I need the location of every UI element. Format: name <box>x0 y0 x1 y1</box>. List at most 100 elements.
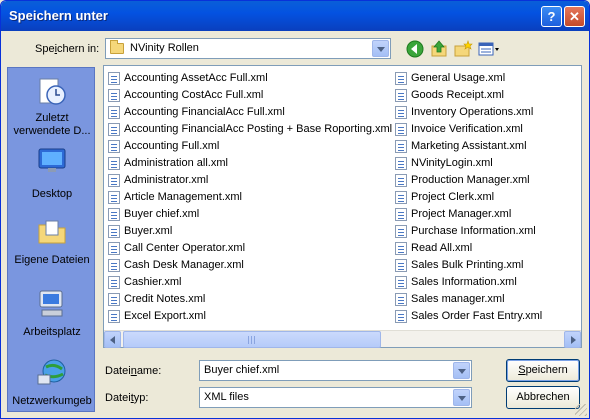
place-label: Zuletzt verwendete D... <box>13 112 91 137</box>
close-button[interactable]: ✕ <box>564 6 585 27</box>
xml-file-icon <box>108 157 120 170</box>
file-name: Article Management.xml <box>124 191 242 203</box>
chevron-down-icon[interactable] <box>372 40 389 57</box>
xml-file-icon <box>108 276 120 289</box>
xml-file-icon <box>395 293 407 306</box>
xml-file-icon <box>108 242 120 255</box>
filename-value: Buyer chief.xml <box>204 364 280 376</box>
title-bar[interactable]: Speichern unter ? ✕ <box>1 1 589 31</box>
xml-file-icon <box>395 225 407 238</box>
scrollbar-thumb[interactable] <box>123 331 381 348</box>
xml-file-icon <box>108 140 120 153</box>
xml-file-icon <box>108 259 120 272</box>
filetype-value: XML files <box>204 391 249 403</box>
file-name: Sales Information.xml <box>411 276 517 288</box>
file-name: Sales Order Fast Entry.xml <box>411 310 543 322</box>
desktop-icon <box>38 148 66 172</box>
scroll-left-button[interactable] <box>104 331 121 348</box>
file-list[interactable]: Accounting AssetAcc Full.xml Accounting C… <box>103 65 582 348</box>
place-my-documents[interactable]: Eigene Dateien <box>8 216 96 278</box>
file-name: Accounting Full.xml <box>124 140 220 152</box>
horizontal-scrollbar[interactable] <box>104 330 581 348</box>
file-name: Project Manager.xml <box>411 208 512 220</box>
save-in-dropdown[interactable]: NVinity Rollen <box>105 38 391 59</box>
save-button[interactable]: Speichern <box>506 359 580 382</box>
my-computer-icon <box>39 290 63 317</box>
xml-file-icon <box>108 208 120 221</box>
xml-file-icon <box>395 106 407 119</box>
file-name: Accounting FinancialAcc Posting + Base R… <box>124 123 393 135</box>
file-name: Administration all.xml <box>124 157 228 169</box>
file-name: Sales Bulk Printing.xml <box>411 259 524 271</box>
filename-input[interactable]: Buyer chief.xml <box>199 360 472 381</box>
file-name: Excel Export.xml <box>124 310 206 322</box>
xml-file-icon <box>395 123 407 136</box>
cancel-button[interactable]: Abbrechen <box>506 386 580 409</box>
file-name: Inventory Operations.xml <box>411 106 534 118</box>
xml-file-icon <box>395 276 407 289</box>
filename-label: Dateiname: <box>105 365 162 377</box>
file-name: General Usage.xml <box>411 72 506 84</box>
file-name: NVinityLogin.xml <box>411 157 493 169</box>
place-recent[interactable]: Zuletzt verwendete D... <box>8 76 96 138</box>
resize-grip-icon[interactable] <box>575 404 587 416</box>
xml-file-icon <box>395 174 407 187</box>
xml-file-icon <box>395 259 407 272</box>
xml-file-icon <box>108 106 120 119</box>
grip-icon <box>248 336 257 344</box>
recent-documents-icon <box>39 78 66 105</box>
file-name: Invoice Verification.xml <box>411 123 523 135</box>
xml-file-icon <box>108 225 120 238</box>
save-in-label: Speichern in: <box>35 43 100 55</box>
xml-file-icon <box>395 72 407 85</box>
chevron-down-icon[interactable] <box>453 389 470 406</box>
file-name: Administrator.xml <box>124 174 209 186</box>
save-label: peichern <box>525 364 568 376</box>
xml-file-icon <box>395 140 407 153</box>
help-button[interactable]: ? <box>541 6 562 27</box>
save-accelerator: S <box>518 364 526 376</box>
view-menu-icon[interactable] <box>477 39 501 59</box>
place-label: Arbeitsplatz <box>23 326 81 338</box>
chevron-down-icon[interactable] <box>453 362 470 379</box>
file-name: Project Clerk.xml <box>411 191 495 203</box>
place-label: Eigene Dateien <box>14 254 90 266</box>
file-name: Call Center Operator.xml <box>124 242 246 254</box>
xml-file-icon <box>108 191 120 204</box>
file-name: Buyer.xml <box>124 225 173 237</box>
save-as-dialog: Speichern unter ? ✕ Speichern in: NVinit… <box>0 0 590 419</box>
place-label: Netzwerkumgeb <box>12 395 92 407</box>
xml-file-icon <box>395 191 407 204</box>
back-icon[interactable] <box>405 39 425 59</box>
new-folder-icon[interactable] <box>453 39 473 59</box>
place-desktop[interactable]: Desktop <box>8 145 96 207</box>
file-name: Production Manager.xml <box>411 174 530 186</box>
file-name: Accounting AssetAcc Full.xml <box>124 72 268 84</box>
file-name: Goods Receipt.xml <box>411 89 504 101</box>
place-network[interactable]: Netzwerkumgeb <box>8 357 96 418</box>
up-folder-icon[interactable] <box>429 39 449 59</box>
xml-file-icon <box>395 89 407 102</box>
save-in-value: NVinity Rollen <box>130 42 199 54</box>
place-my-computer[interactable]: Arbeitsplatz <box>8 288 96 350</box>
xml-file-icon <box>395 157 407 170</box>
my-documents-icon <box>38 220 66 244</box>
places-bar: Zuletzt verwendete D... Desktop Eigene D… <box>7 67 95 412</box>
folder-icon <box>110 40 124 54</box>
scroll-right-button[interactable] <box>564 331 581 348</box>
filetype-dropdown[interactable]: XML files <box>199 387 472 408</box>
place-label: Desktop <box>31 188 73 200</box>
xml-file-icon <box>108 123 120 136</box>
xml-file-icon <box>395 208 407 221</box>
xml-file-icon <box>108 310 120 323</box>
xml-file-icon <box>108 174 120 187</box>
file-name: Marketing Assistant.xml <box>411 140 527 152</box>
file-name: Purchase Information.xml <box>411 225 536 237</box>
xml-file-icon <box>108 293 120 306</box>
file-name: Credit Notes.xml <box>124 293 206 305</box>
network-icon <box>37 359 66 385</box>
xml-file-icon <box>395 310 407 323</box>
window-title: Speichern unter <box>9 8 108 23</box>
file-name: Buyer chief.xml <box>124 208 200 220</box>
filetype-label: Dateityp: <box>105 392 149 404</box>
